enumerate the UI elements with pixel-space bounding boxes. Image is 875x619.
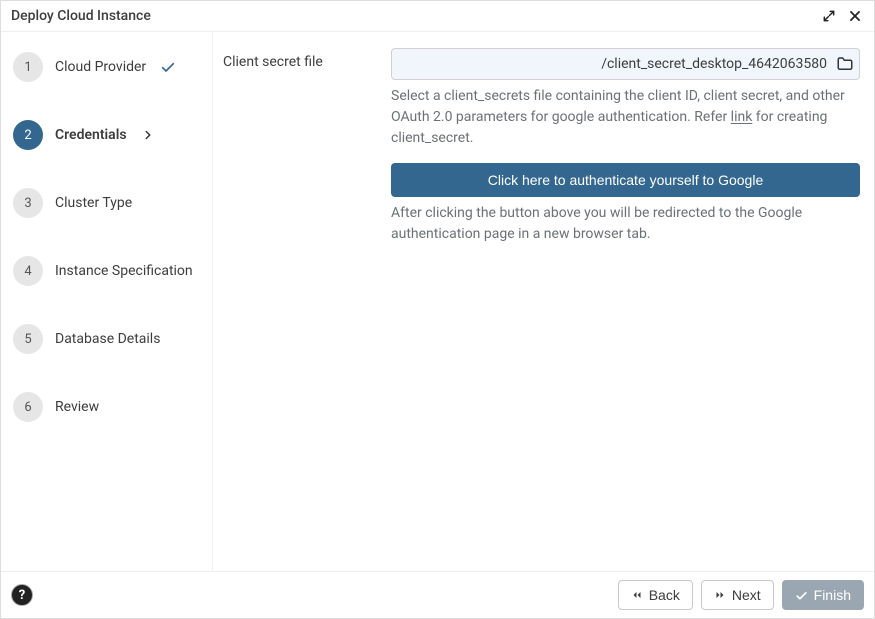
help-icon[interactable]: ? — [11, 584, 33, 606]
step-database-details[interactable]: 5 Database Details — [9, 318, 204, 360]
step-number-badge: 6 — [13, 392, 43, 422]
dialog-body: 1 Cloud Provider 2 Credentials 3 Cluster… — [1, 32, 874, 571]
client-secret-file-value: /client_secret_desktop_4642063580 — [392, 56, 831, 72]
chevron-right-icon — [141, 128, 155, 142]
content-area: Client secret file /client_secret_deskto… — [213, 32, 874, 571]
field-input-column: /client_secret_desktop_4642063580 Select… — [391, 48, 864, 571]
dialog-header: Deploy Cloud Instance — [1, 1, 874, 32]
check-icon — [160, 59, 176, 75]
finish-button-label: Finish — [814, 587, 851, 603]
step-number-badge: 1 — [13, 52, 43, 82]
footer-left: ? — [11, 584, 33, 606]
dialog-footer: ? Back Next Finish — [1, 571, 874, 618]
step-number-badge: 5 — [13, 324, 43, 354]
close-icon[interactable] — [846, 7, 864, 25]
client-secret-file-input[interactable]: /client_secret_desktop_4642063580 — [391, 48, 860, 80]
step-label: Database Details — [55, 331, 160, 347]
expand-icon[interactable] — [820, 7, 838, 25]
client-secret-help-text: Select a client_secrets file containing … — [391, 86, 860, 149]
step-label: Review — [55, 399, 99, 415]
step-credentials[interactable]: 2 Credentials — [9, 114, 204, 156]
step-review[interactable]: 6 Review — [9, 386, 204, 428]
dialog-title: Deploy Cloud Instance — [11, 8, 151, 24]
step-label: Credentials — [55, 127, 127, 143]
step-number-badge: 4 — [13, 256, 43, 286]
double-chevron-left-icon — [631, 589, 643, 601]
step-label: Cluster Type — [55, 195, 132, 211]
step-label: Instance Specification — [55, 263, 193, 279]
field-label-column: Client secret file — [223, 48, 373, 571]
folder-icon[interactable] — [831, 55, 859, 73]
step-instance-specification[interactable]: 4 Instance Specification — [9, 250, 204, 292]
double-chevron-right-icon — [714, 589, 726, 601]
client-secret-file-label: Client secret file — [223, 54, 373, 70]
step-cloud-provider[interactable]: 1 Cloud Provider — [9, 46, 204, 88]
auth-help-text: After clicking the button above you will… — [391, 203, 860, 245]
next-button[interactable]: Next — [701, 580, 774, 610]
step-cluster-type[interactable]: 3 Cluster Type — [9, 182, 204, 224]
back-button-label: Back — [649, 587, 680, 603]
dialog-header-actions — [820, 7, 864, 25]
authenticate-google-button[interactable]: Click here to authenticate yourself to G… — [391, 163, 860, 197]
step-number-badge: 2 — [13, 120, 43, 150]
help-link[interactable]: link — [731, 109, 753, 125]
deploy-cloud-instance-dialog: Deploy Cloud Instance 1 Cloud Provider 2… — [0, 0, 875, 619]
footer-right: Back Next Finish — [618, 580, 864, 610]
step-number-badge: 3 — [13, 188, 43, 218]
next-button-label: Next — [732, 587, 761, 603]
check-icon — [795, 589, 808, 602]
wizard-sidebar: 1 Cloud Provider 2 Credentials 3 Cluster… — [1, 32, 213, 571]
step-label: Cloud Provider — [55, 59, 146, 75]
finish-button[interactable]: Finish — [782, 580, 864, 610]
back-button[interactable]: Back — [618, 580, 693, 610]
